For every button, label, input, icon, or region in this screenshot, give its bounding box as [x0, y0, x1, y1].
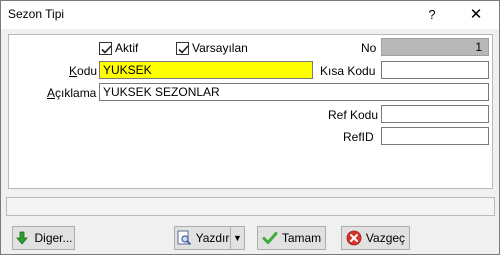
aktif-checkbox[interactable]: Aktif: [99, 40, 138, 56]
ref-id-input[interactable]: [381, 127, 489, 145]
down-arrow-icon: [14, 230, 30, 246]
checkmark-icon: [262, 230, 278, 246]
aciklama-label: Açıklama: [47, 86, 97, 100]
form-panel: Aktif Varsayılan No 1 Kodu YUKSEK Kısa K…: [8, 34, 493, 189]
vazgec-label: Vazgeç: [365, 231, 406, 245]
chevron-down-icon: ▼: [233, 233, 242, 243]
cancel-icon: [346, 230, 362, 246]
help-button[interactable]: ?: [421, 4, 443, 26]
vazgec-button[interactable]: Vazgeç: [341, 226, 410, 250]
ref-id-label: RefID: [343, 130, 374, 144]
checkbox-box: [99, 41, 112, 55]
checkbox-box: [176, 41, 189, 55]
yazdir-label: Yazdır: [195, 231, 230, 245]
checkmark-icon: [178, 44, 189, 54]
checkmark-icon: [101, 44, 112, 54]
tamam-label: Tamam: [281, 231, 322, 245]
kodu-input[interactable]: YUKSEK: [99, 61, 313, 79]
aktif-label: Aktif: [115, 41, 139, 55]
no-field: 1: [381, 38, 489, 56]
dialog-window: Sezon Tipi ? ✕ Aktif Varsayılan No 1 Kod…: [0, 0, 500, 255]
diger-button[interactable]: Diger...: [12, 226, 75, 250]
yazdir-button[interactable]: Yazdır: [174, 226, 231, 250]
window-title: Sezon Tipi: [8, 7, 65, 21]
varsayilan-label: Varsayılan: [192, 41, 248, 55]
varsayilan-checkbox[interactable]: Varsayılan: [176, 40, 248, 56]
print-preview-icon: [176, 230, 192, 246]
kisa-kodu-input[interactable]: [381, 61, 489, 79]
tamam-button[interactable]: Tamam: [257, 226, 326, 250]
ref-kodu-label: Ref Kodu: [328, 108, 379, 122]
no-label: No: [361, 41, 377, 55]
kisa-kodu-label: Kısa Kodu: [320, 64, 376, 78]
kodu-label: Kodu: [69, 64, 98, 78]
diger-label: Diger...: [34, 231, 73, 245]
yazdir-dropdown-button[interactable]: ▼: [230, 226, 245, 250]
status-bar: [6, 197, 495, 216]
close-button[interactable]: ✕: [456, 2, 496, 27]
ref-kodu-input[interactable]: [381, 105, 489, 123]
title-bar: Sezon Tipi ? ✕: [1, 1, 499, 29]
aciklama-input[interactable]: YUKSEK SEZONLAR: [99, 83, 489, 101]
